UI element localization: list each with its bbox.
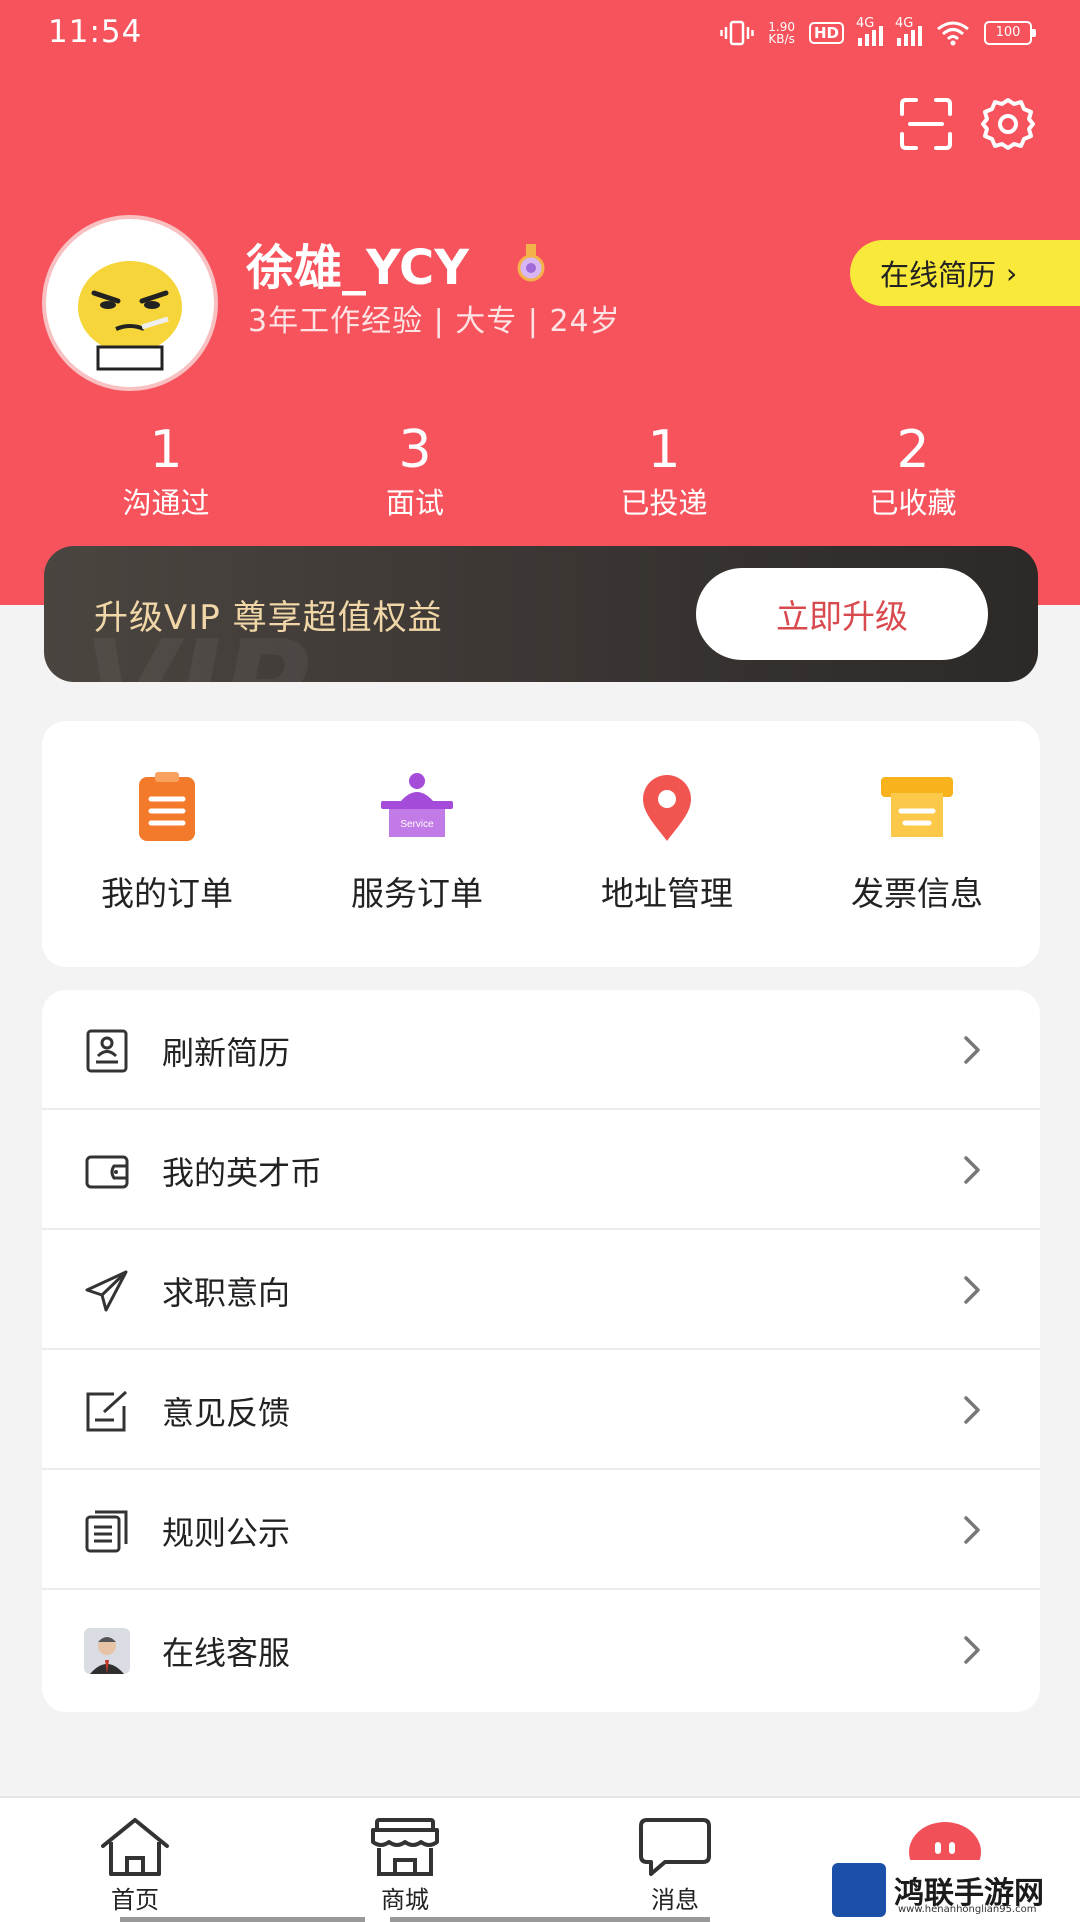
- status-bar: 11:54 1.90 KB/s HD 4G 4G 100: [0, 0, 1080, 70]
- nav-label: 消息: [651, 1886, 699, 1914]
- location-pin-icon: [643, 775, 691, 841]
- service-icon-text: Service: [400, 819, 434, 830]
- service-label: 我的订单: [101, 874, 233, 913]
- nav-label: 商城: [381, 1886, 429, 1914]
- stat-label: 沟通过: [122, 486, 210, 520]
- chevron-right-icon: [964, 1636, 980, 1664]
- service-desk-icon: Service: [381, 773, 453, 837]
- stat-favorites[interactable]: 2 已收藏: [803, 422, 1023, 522]
- resume-icon: [86, 1029, 128, 1073]
- stat-applied[interactable]: 1 已投递: [554, 422, 774, 522]
- message-icon: [639, 1818, 711, 1876]
- customer-service-avatar-icon: [84, 1628, 130, 1674]
- vibrate-icon: [720, 20, 755, 46]
- hd-badge: HD: [808, 22, 844, 44]
- status-time: 11:54: [48, 14, 143, 50]
- stat-contacted[interactable]: 1 沟通过: [56, 422, 276, 522]
- menu-label: 求职意向: [162, 1274, 291, 1312]
- menu-label: 刷新简历: [162, 1034, 291, 1072]
- menu-item-rules[interactable]: 规则公示: [42, 1470, 1040, 1590]
- online-resume-label: 在线简历: [880, 258, 997, 292]
- menu-list: 刷新简历 我的英才币 求职意向 意见反馈 规则公示 在线客服: [42, 990, 1040, 1712]
- avatar[interactable]: [42, 215, 218, 391]
- nav-messages[interactable]: 消息: [600, 1816, 750, 1915]
- wifi-icon: [937, 21, 969, 46]
- chevron-right-icon: [964, 1276, 980, 1304]
- menu-label: 我的英才币: [162, 1154, 323, 1192]
- menu-item-talent-coins[interactable]: 我的英才币: [42, 1110, 1040, 1230]
- signal-sim2-icon: 4G: [895, 16, 922, 46]
- site-watermark: 鸿联手游网 www.henanhonglian95.com: [832, 1860, 1078, 1920]
- gear-icon[interactable]: [980, 96, 1036, 152]
- signal-sim1-icon: 4G: [856, 16, 883, 46]
- menu-item-job-intention[interactable]: 求职意向: [42, 1230, 1040, 1350]
- feedback-icon: [86, 1390, 128, 1432]
- nav-store[interactable]: 商城: [330, 1816, 480, 1915]
- chevron-right-icon: [964, 1156, 980, 1184]
- services-card: 我的订单 Service 服务订单 地址管理 发票信息: [42, 721, 1040, 967]
- service-my-orders[interactable]: 我的订单: [42, 771, 292, 915]
- network-speed: 1.90 KB/s: [768, 20, 795, 46]
- stat-value: 2: [896, 420, 930, 480]
- vip-promo-text: 升级VIP 尊享超值权益: [94, 598, 443, 638]
- chevron-right-icon: [964, 1516, 980, 1544]
- invoice-icon: [881, 777, 953, 837]
- menu-label: 规则公示: [162, 1514, 291, 1552]
- service-address-management[interactable]: 地址管理: [542, 771, 792, 915]
- chevron-right-icon: ›: [1006, 256, 1018, 290]
- stat-label: 已收藏: [869, 486, 957, 520]
- medal-icon: [517, 244, 545, 282]
- scan-icon[interactable]: [898, 96, 954, 152]
- store-icon: [371, 1818, 439, 1876]
- upgrade-now-button[interactable]: 立即升级: [696, 568, 988, 660]
- vip-banner[interactable]: VIP 升级VIP 尊享超值权益 立即升级: [44, 546, 1038, 682]
- avatar-emoji-icon: [78, 261, 182, 371]
- clipboard-icon: [139, 772, 195, 841]
- user-meta: 3年工作经验 | 大专 | 24岁: [248, 304, 621, 339]
- service-label: 发票信息: [851, 874, 983, 913]
- wallet-icon: [85, 1155, 129, 1189]
- online-resume-button[interactable]: 在线简历 ›: [850, 240, 1080, 306]
- user-name: 徐雄_YCY: [246, 240, 470, 296]
- stat-interviews[interactable]: 3 面试: [305, 422, 525, 522]
- nav-label: 首页: [111, 1886, 159, 1914]
- watermark-url: www.henanhonglian95.com: [898, 1904, 1037, 1915]
- stat-value: 1: [647, 420, 681, 480]
- battery-indicator: 100: [984, 21, 1036, 45]
- stat-value: 3: [398, 420, 432, 480]
- status-icons: 1.90 KB/s HD 4G 4G 100: [720, 16, 1036, 46]
- watermark-logo-icon: [832, 1863, 886, 1917]
- stat-value: 1: [149, 420, 183, 480]
- menu-label: 意见反馈: [162, 1394, 291, 1432]
- menu-item-feedback[interactable]: 意见反馈: [42, 1350, 1040, 1470]
- paper-plane-icon: [85, 1270, 128, 1312]
- menu-item-refresh-resume[interactable]: 刷新简历: [42, 990, 1040, 1110]
- chevron-right-icon: [964, 1036, 980, 1064]
- document-icon: [85, 1510, 128, 1553]
- menu-item-online-service[interactable]: 在线客服: [42, 1590, 1040, 1710]
- service-service-orders[interactable]: Service 服务订单: [292, 771, 542, 915]
- service-label: 服务订单: [351, 874, 483, 913]
- nav-home[interactable]: 首页: [60, 1816, 210, 1915]
- chevron-right-icon: [964, 1396, 980, 1424]
- menu-label: 在线客服: [162, 1634, 291, 1672]
- stat-label: 面试: [385, 486, 444, 520]
- stat-label: 已投递: [620, 486, 708, 520]
- service-label: 地址管理: [601, 874, 733, 913]
- service-invoice-info[interactable]: 发票信息: [792, 771, 1042, 915]
- home-icon: [101, 1818, 169, 1876]
